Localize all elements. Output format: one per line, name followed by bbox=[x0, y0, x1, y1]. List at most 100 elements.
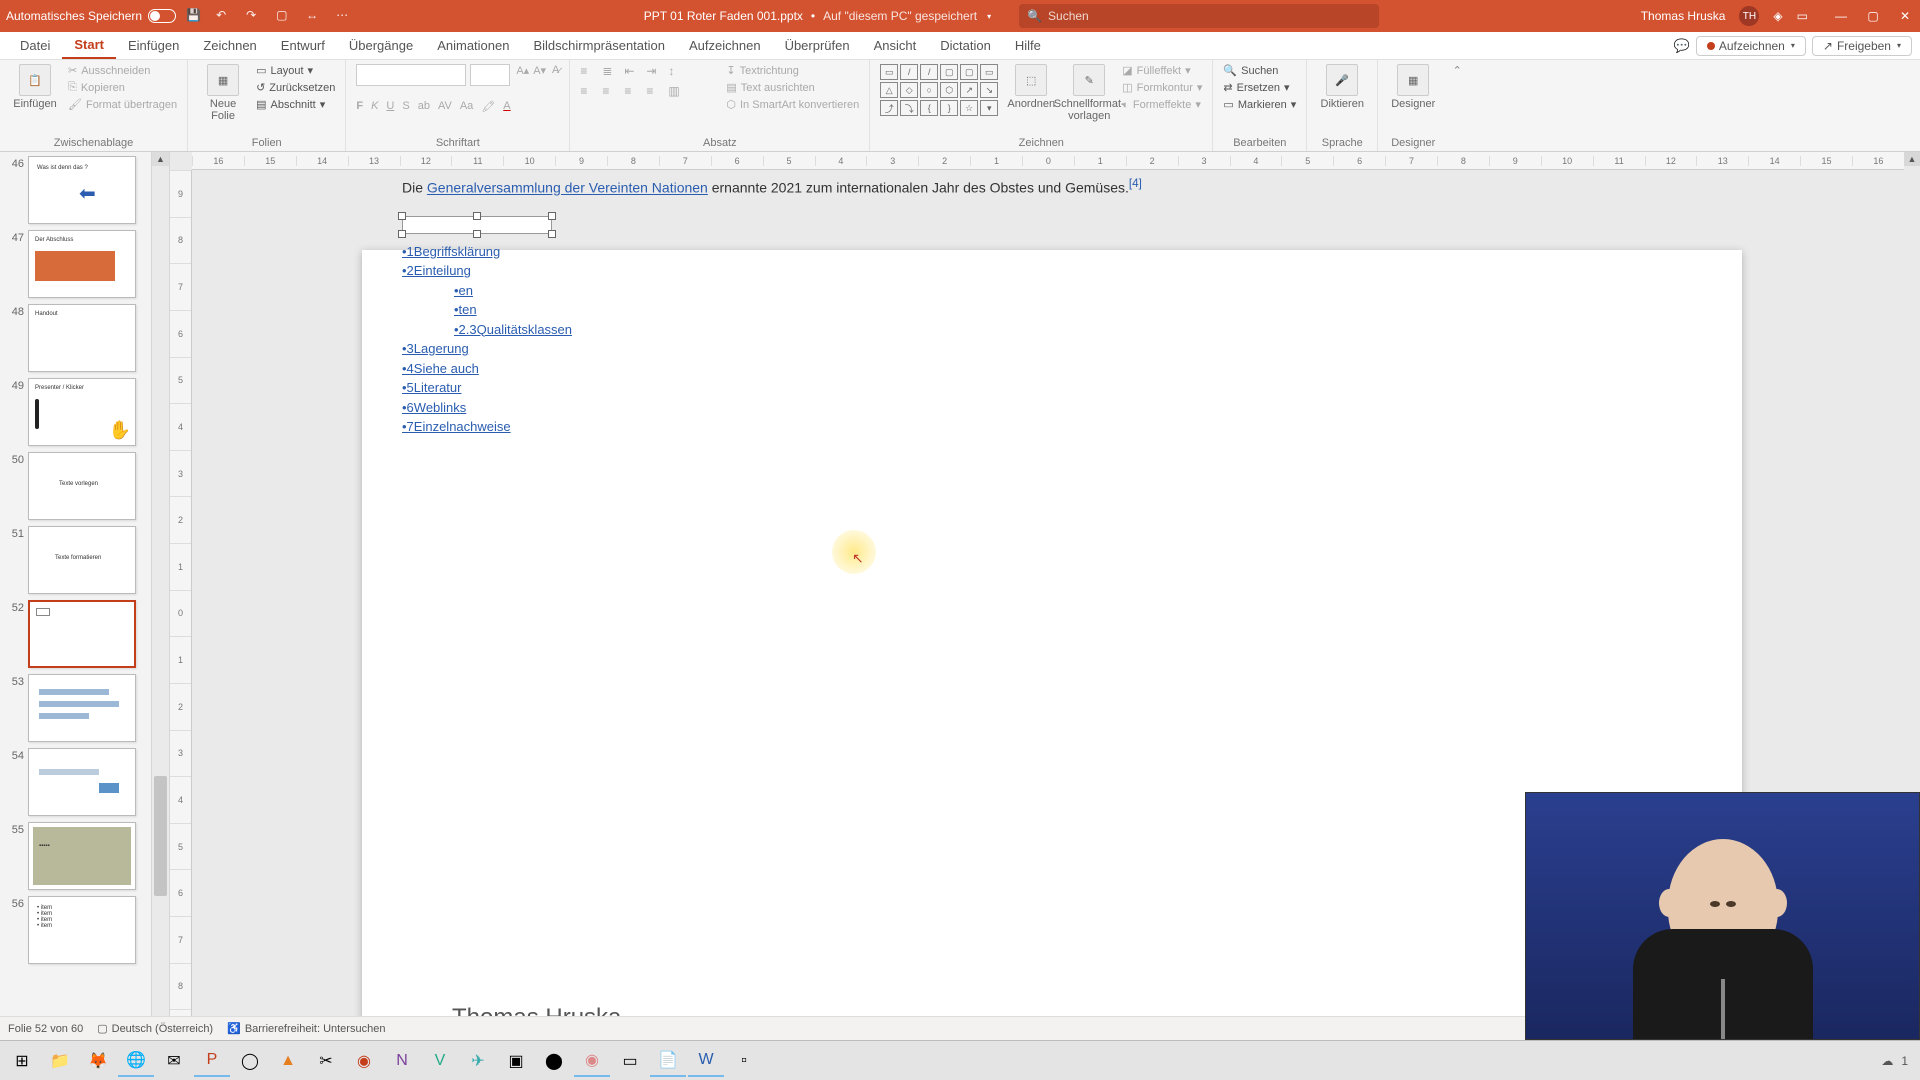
redo-icon[interactable]: ↷ bbox=[246, 8, 262, 24]
tab-record[interactable]: Aufzeichnen bbox=[677, 32, 773, 59]
app-icon[interactable]: 📄 bbox=[650, 1045, 686, 1077]
start-button[interactable]: ⊞ bbox=[4, 1045, 40, 1077]
thumbnail-row[interactable]: 47Der Abschluss bbox=[4, 230, 149, 298]
toc-link[interactable]: •6Weblinks bbox=[402, 400, 466, 415]
underline-icon[interactable]: U bbox=[386, 100, 394, 113]
shape-fill-button[interactable]: ◪ Fülleffekt ▾ bbox=[1122, 64, 1202, 77]
highlight-icon[interactable]: 🖍 bbox=[481, 100, 495, 113]
onenote-icon[interactable]: N bbox=[384, 1045, 420, 1077]
find-button[interactable]: 🔍 Suchen bbox=[1223, 64, 1296, 77]
accessibility-check[interactable]: ♿ Barrierefreiheit: Untersuchen bbox=[227, 1022, 385, 1035]
powerpoint-icon[interactable]: P bbox=[194, 1045, 230, 1077]
section-button[interactable]: ▤ Abschnitt ▾ bbox=[256, 98, 335, 111]
designer-button[interactable]: ▦ Designer bbox=[1388, 64, 1438, 110]
bullets-icon[interactable]: ≡ bbox=[580, 64, 598, 78]
quick-styles-button[interactable]: ✎ Schnellformat- vorlagen bbox=[1064, 64, 1114, 122]
record-button[interactable]: Aufzeichnen▾ bbox=[1696, 36, 1806, 56]
select-button[interactable]: ▭ Markieren ▾ bbox=[1223, 98, 1296, 111]
slide-panel-scrollbar[interactable]: ▲ ▼ bbox=[151, 152, 169, 1056]
selected-object[interactable] bbox=[402, 216, 552, 234]
user-avatar[interactable]: TH bbox=[1739, 6, 1759, 26]
vscode-icon[interactable]: V bbox=[422, 1045, 458, 1077]
spacing-icon[interactable]: AV bbox=[438, 100, 452, 113]
thumbnail-row[interactable]: 48Handout bbox=[4, 304, 149, 372]
shrink-font-icon[interactable]: A▾ bbox=[533, 64, 546, 86]
numbering-icon[interactable]: ≣ bbox=[602, 64, 620, 78]
thumbnail-row[interactable]: 50Texte vorlegen bbox=[4, 452, 149, 520]
format-painter-button[interactable]: 🖌 Format übertragen bbox=[68, 98, 177, 111]
thumbnail[interactable] bbox=[28, 748, 136, 816]
undo-icon[interactable]: ↶ bbox=[216, 8, 232, 24]
search-input[interactable] bbox=[1048, 9, 1371, 23]
align-right-icon[interactable]: ≡ bbox=[624, 84, 642, 98]
thumbnail[interactable]: Was ist denn das ?⬅ bbox=[28, 156, 136, 224]
scroll-up-icon[interactable]: ▲ bbox=[152, 152, 169, 166]
tab-animations[interactable]: Animationen bbox=[425, 32, 521, 59]
bold-icon[interactable]: F bbox=[356, 100, 363, 113]
toc-link[interactable]: •en bbox=[454, 283, 473, 298]
intro-link[interactable]: Generalversammlung der Vereinten Natione… bbox=[427, 180, 708, 196]
tab-file[interactable]: Datei bbox=[8, 32, 62, 59]
font-family-combo[interactable] bbox=[356, 64, 466, 86]
collapse-ribbon-icon[interactable]: ⌃ bbox=[1453, 64, 1462, 77]
shape-effects-button[interactable]: ◐ Formeffekte ▾ bbox=[1122, 98, 1202, 111]
new-slide-button[interactable]: ▦ Neue Folie bbox=[198, 64, 248, 122]
thumbnail[interactable] bbox=[28, 600, 136, 668]
toc-link[interactable]: •7Einzelnachweise bbox=[402, 419, 511, 434]
italic-icon[interactable]: K bbox=[371, 100, 378, 113]
app-icon[interactable]: ▫ bbox=[726, 1045, 762, 1077]
thumbnail-row[interactable]: 53 bbox=[4, 674, 149, 742]
language-indicator[interactable]: ▢ Deutsch (Österreich) bbox=[97, 1022, 213, 1035]
word-icon[interactable]: W bbox=[688, 1045, 724, 1077]
slide-position[interactable]: Folie 52 von 60 bbox=[8, 1023, 83, 1035]
app-icon[interactable]: ◉ bbox=[346, 1045, 382, 1077]
indent-dec-icon[interactable]: ⇤ bbox=[624, 64, 642, 78]
toc-link[interactable]: •3Lagerung bbox=[402, 341, 469, 356]
toc-link[interactable]: •2Einteilung bbox=[402, 263, 471, 278]
tab-dictation[interactable]: Dictation bbox=[928, 32, 1003, 59]
toc-link[interactable]: •ten bbox=[454, 302, 477, 317]
columns-icon[interactable]: ▥ bbox=[668, 84, 686, 98]
explorer-icon[interactable]: 📁 bbox=[42, 1045, 78, 1077]
clear-format-icon[interactable]: A̷ bbox=[552, 64, 559, 86]
align-text-button[interactable]: ▤ Text ausrichten bbox=[726, 81, 859, 94]
tab-home[interactable]: Start bbox=[62, 32, 116, 59]
weather-icon[interactable]: ☁ bbox=[1881, 1054, 1893, 1068]
close-button[interactable]: ✕ bbox=[1896, 9, 1914, 23]
scroll-thumb[interactable] bbox=[154, 776, 167, 896]
vlc-icon[interactable]: ▲ bbox=[270, 1045, 306, 1077]
tab-slideshow[interactable]: Bildschirmpräsentation bbox=[521, 32, 677, 59]
tab-design[interactable]: Entwurf bbox=[269, 32, 337, 59]
maximize-button[interactable]: ▢ bbox=[1864, 9, 1882, 23]
firefox-icon[interactable]: 🦊 bbox=[80, 1045, 116, 1077]
autosave-toggle[interactable] bbox=[148, 9, 176, 23]
app-icon[interactable]: ▣ bbox=[498, 1045, 534, 1077]
toc-link[interactable]: •2.3Qualitätsklassen bbox=[454, 322, 572, 337]
tab-draw[interactable]: Zeichnen bbox=[191, 32, 268, 59]
touch-mode-icon[interactable]: ↔ bbox=[306, 8, 322, 24]
paste-button[interactable]: 📋 Einfügen bbox=[10, 64, 60, 110]
thumbnail-row[interactable]: 55▪▪▪▪▪ bbox=[4, 822, 149, 890]
thumbnails-list[interactable]: 46Was ist denn das ?⬅47Der Abschluss48Ha… bbox=[0, 152, 169, 1056]
toc-link[interactable]: •1Begriffsklärung bbox=[402, 244, 500, 259]
font-size-combo[interactable] bbox=[470, 64, 510, 86]
telegram-icon[interactable]: ✈ bbox=[460, 1045, 496, 1077]
ribbon-mode-icon[interactable]: ▭ bbox=[1797, 9, 1808, 23]
copy-button[interactable]: ⎘ Kopieren bbox=[68, 81, 177, 94]
obs-icon[interactable]: ⬤ bbox=[536, 1045, 572, 1077]
indent-inc-icon[interactable]: ⇥ bbox=[646, 64, 664, 78]
comments-icon[interactable]: 💬 bbox=[1674, 38, 1690, 54]
coming-soon-icon[interactable]: ◈ bbox=[1773, 9, 1782, 23]
thumbnail[interactable]: Der Abschluss bbox=[28, 230, 136, 298]
tab-review[interactable]: Überprüfen bbox=[773, 32, 862, 59]
more-icon[interactable]: ⋯ bbox=[336, 8, 352, 24]
save-icon[interactable]: 💾 bbox=[186, 8, 202, 24]
text-direction-button[interactable]: ↧ Textrichtung bbox=[726, 64, 859, 77]
outlook-icon[interactable]: ✉ bbox=[156, 1045, 192, 1077]
thumbnail[interactable]: • item• item• item• item bbox=[28, 896, 136, 964]
chevron-down-icon[interactable]: ▾ bbox=[987, 12, 991, 21]
toc-link[interactable]: •4Siehe auch bbox=[402, 361, 479, 376]
layout-button[interactable]: ▭ Layout ▾ bbox=[256, 64, 335, 77]
toc-link[interactable]: •5Literatur bbox=[402, 380, 461, 395]
shadow-icon[interactable]: ab bbox=[418, 100, 430, 113]
